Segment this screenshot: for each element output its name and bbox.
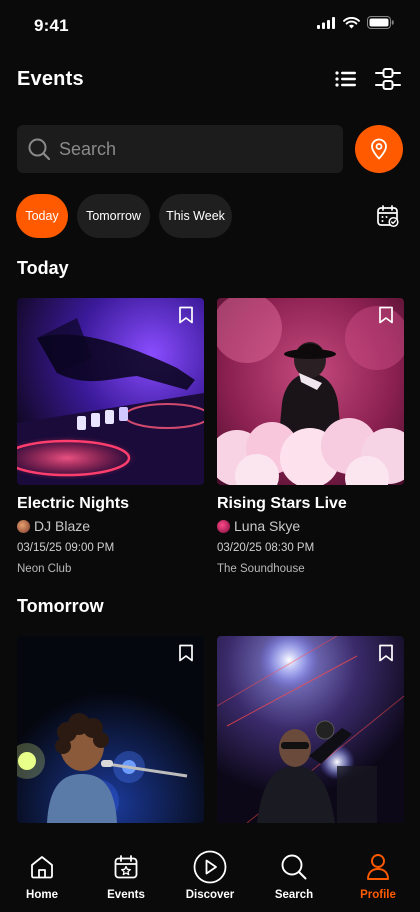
event-title: Rising Stars Live [217, 495, 347, 512]
sliders-icon [375, 68, 401, 90]
event-image [17, 298, 204, 485]
nav-label: Search [274, 889, 314, 901]
nav-item-discover[interactable]: Discover [168, 836, 252, 912]
chip-tomorrow[interactable]: Tomorrow [77, 194, 150, 238]
list-icon [335, 71, 356, 87]
nav-label: Home [26, 889, 58, 901]
bookmark-icon[interactable] [378, 306, 394, 324]
bookmark-icon[interactable] [178, 306, 194, 324]
event-venue: Neon Club [17, 563, 72, 575]
filter-button[interactable] [373, 64, 403, 94]
signal-icon [317, 16, 335, 29]
nav-item-home[interactable]: Home [0, 836, 84, 912]
date-filter-chips: Today Tomorrow This Week [16, 194, 403, 238]
calendar-star-icon [109, 850, 143, 884]
singer-photo [17, 636, 204, 823]
smoke-portrait-photo [217, 298, 404, 485]
header: Events [17, 62, 403, 96]
calendar-button[interactable] [373, 201, 403, 231]
play-circle-icon [193, 850, 227, 884]
event-image [217, 636, 404, 823]
status-time: 9:41 [34, 16, 69, 35]
event-artist: DJ Blaze [17, 518, 204, 534]
search-input[interactable] [59, 138, 343, 160]
artist-name: Luna Skye [234, 518, 301, 534]
dj-photo [17, 298, 204, 485]
event-card[interactable]: Electric Nights DJ Blaze 03/15/25 09:00 … [17, 298, 204, 575]
event-datetime: 03/15/25 09:00 PM [17, 542, 115, 554]
bottom-nav: Home Events Discover Search Profile [0, 836, 420, 912]
event-image [17, 636, 204, 823]
performer-photo [217, 636, 404, 823]
section-title-tomorrow: Tomorrow [17, 596, 104, 616]
event-artist: Luna Skye [217, 518, 404, 534]
calendar-check-icon [377, 205, 399, 228]
wifi-icon [343, 16, 360, 28]
event-datetime: 03/20/25 08:30 PM [217, 542, 315, 554]
nav-item-search[interactable]: Search [252, 836, 336, 912]
status-icons [317, 16, 394, 29]
event-venue: The Soundhouse [217, 563, 305, 575]
nav-item-events[interactable]: Events [84, 836, 168, 912]
search-icon [28, 138, 51, 161]
chip-this-week[interactable]: This Week [159, 194, 232, 238]
chip-today[interactable]: Today [16, 194, 68, 238]
search-box[interactable] [17, 125, 343, 173]
event-card[interactable] [217, 636, 404, 823]
event-image [217, 298, 404, 485]
search-row [17, 125, 403, 173]
bookmark-icon[interactable] [178, 644, 194, 662]
user-icon [361, 850, 395, 884]
nav-label: Discover [185, 889, 235, 901]
bookmark-icon[interactable] [378, 644, 394, 662]
event-title: Electric Nights [17, 495, 130, 512]
search-icon [277, 850, 311, 884]
page-title: Events [17, 67, 84, 90]
battery-icon [367, 16, 394, 29]
section-title-today: Today [17, 258, 69, 278]
nav-label: Events [107, 889, 145, 901]
artist-avatar [17, 519, 30, 533]
nav-item-profile[interactable]: Profile [336, 836, 420, 912]
location-button[interactable] [355, 125, 403, 173]
artist-name: DJ Blaze [34, 518, 91, 534]
status-bar: 9:41 [0, 0, 420, 50]
artist-avatar [217, 519, 230, 533]
list-view-button[interactable] [331, 64, 361, 94]
nav-label: Profile [360, 889, 396, 901]
home-icon [25, 850, 59, 884]
event-card[interactable]: Rising Stars Live Luna Skye 03/20/25 08:… [217, 298, 404, 575]
event-card[interactable] [17, 636, 204, 823]
map-pin-icon [371, 138, 387, 160]
